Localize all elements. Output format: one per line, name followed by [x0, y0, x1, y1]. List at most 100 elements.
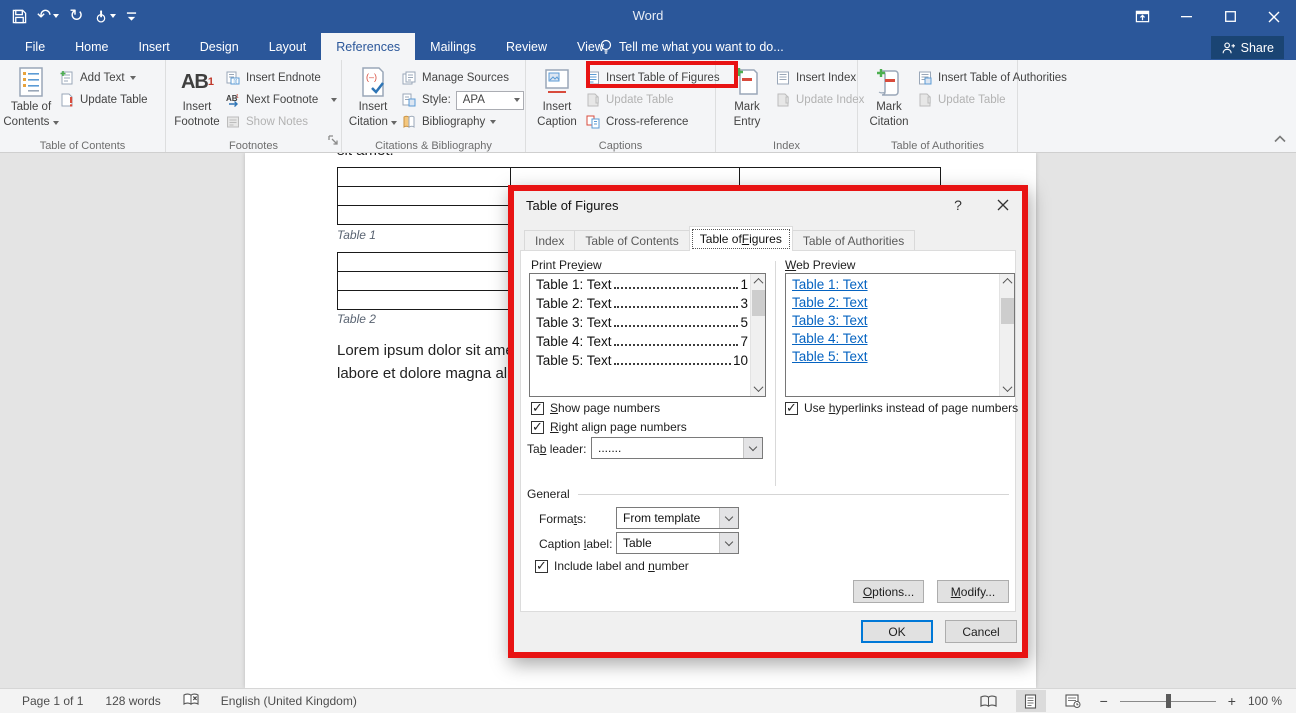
dialog-tab-table-of-contents[interactable]: Table of Contents: [574, 230, 689, 251]
proofing-status-button[interactable]: [183, 693, 199, 710]
style-combobox[interactable]: APA: [456, 91, 524, 110]
dropdown-arrow-icon[interactable]: [743, 438, 762, 458]
dialog-help-button[interactable]: ?: [950, 197, 966, 213]
page-indicator[interactable]: Page 1 of 1: [22, 694, 83, 708]
close-button[interactable]: [1252, 0, 1296, 33]
mark-citation-button[interactable]: Mark Citation: [861, 62, 917, 130]
dropdown-arrow-icon[interactable]: [719, 533, 738, 553]
scroll-up-icon[interactable]: [751, 274, 766, 289]
touch-mouse-mode-button[interactable]: [94, 9, 116, 24]
print-preview-scrollbar[interactable]: [750, 274, 765, 396]
ok-button[interactable]: OK: [861, 620, 933, 643]
print-layout-button[interactable]: [1016, 690, 1046, 712]
column-divider: [775, 261, 776, 486]
include-label-and-number-checkbox[interactable]: ✓ Include label and number: [535, 559, 689, 573]
ribbon-display-options-button[interactable]: [1120, 0, 1164, 33]
dropdown-arrow-icon[interactable]: [719, 508, 738, 528]
dialog-content-panel: Print Preview Table 1: Text1 Table 2: Te…: [520, 250, 1016, 612]
table-1-caption: Table 1: [337, 228, 376, 242]
maximize-button[interactable]: [1208, 0, 1252, 33]
dot-leader: [614, 325, 739, 327]
table-of-contents-button[interactable]: Table of Contents: [3, 62, 59, 130]
tab-references[interactable]: References: [321, 33, 415, 60]
update-table-button[interactable]: Update Table: [59, 89, 148, 111]
scroll-down-icon[interactable]: [751, 381, 766, 396]
insert-citation-button[interactable]: (–) Insert Citation: [345, 62, 401, 130]
dialog-tab-table-of-figures[interactable]: Table of Figures: [689, 226, 793, 251]
update-table-captions-button[interactable]: Update Table: [585, 89, 720, 111]
undo-dropdown-icon[interactable]: [53, 14, 59, 18]
style-value: APA: [463, 94, 514, 106]
ribbon-spacer: [1018, 60, 1296, 152]
undo-button[interactable]: ↶: [37, 4, 59, 28]
dialog-tab-index[interactable]: Index: [524, 230, 575, 251]
scroll-up-icon[interactable]: [1000, 274, 1015, 289]
tab-file[interactable]: File: [10, 33, 60, 60]
show-notes-button[interactable]: Show Notes: [225, 111, 337, 133]
web-preview-scrollbar[interactable]: [999, 274, 1014, 396]
insert-endnote-icon: [i]: [225, 70, 241, 86]
dialog-close-button[interactable]: [994, 196, 1012, 214]
dialog-tab-table-of-authorities[interactable]: Table of Authorities: [792, 230, 915, 251]
caption-label-dropdown[interactable]: Table: [616, 532, 739, 554]
share-button[interactable]: Share: [1211, 36, 1284, 59]
general-label: General: [527, 487, 570, 501]
cross-reference-button[interactable]: Cross-reference: [585, 111, 720, 133]
add-text-button[interactable]: Add Text: [59, 67, 148, 89]
insert-table-of-figures-button[interactable]: Insert Table of Figures: [585, 67, 720, 89]
update-index-button[interactable]: Update Index: [775, 89, 864, 111]
web-layout-button[interactable]: [1058, 690, 1088, 712]
zoom-slider[interactable]: [1120, 694, 1216, 708]
show-page-numbers-checkbox[interactable]: ✓ Show page numbers: [531, 401, 660, 415]
insert-endnote-button[interactable]: [i] Insert Endnote: [225, 67, 337, 89]
insert-caption-button[interactable]: Insert Caption: [529, 62, 585, 130]
tell-me-box[interactable]: Tell me what you want to do...: [600, 33, 784, 60]
scrollbar-thumb[interactable]: [752, 290, 765, 316]
insert-index-button[interactable]: Insert Index: [775, 67, 864, 89]
insert-citation-icon: (–): [358, 66, 388, 98]
bibliography-button[interactable]: Bibliography: [401, 111, 524, 133]
save-button[interactable]: [12, 9, 27, 24]
customize-qat-button[interactable]: [126, 9, 137, 23]
language-indicator[interactable]: English (United Kingdom): [221, 694, 357, 708]
word-count[interactable]: 128 words: [105, 694, 160, 708]
modify-button[interactable]: Modify...: [937, 580, 1009, 603]
zoom-out-button[interactable]: −: [1100, 693, 1108, 709]
mark-entry-button[interactable]: Mark Entry: [719, 62, 775, 130]
web-preview-listbox[interactable]: Table 1: Text Table 2: Text Table 3: Tex…: [785, 273, 1015, 397]
tab-home[interactable]: Home: [60, 33, 123, 60]
scroll-down-icon[interactable]: [1000, 381, 1015, 396]
collapse-ribbon-button[interactable]: [1274, 130, 1286, 148]
clipped-text-fragment: sit amet.: [337, 153, 394, 159]
zoom-percentage[interactable]: 100 %: [1248, 694, 1282, 708]
options-button[interactable]: Options...: [853, 580, 924, 603]
minimize-button[interactable]: [1164, 0, 1208, 33]
manage-sources-button[interactable]: Manage Sources: [401, 67, 524, 89]
web-preview-row: Table 4: Text: [792, 331, 997, 349]
insert-footnote-button[interactable]: AB1 Insert Footnote: [169, 62, 225, 130]
tab-insert[interactable]: Insert: [124, 33, 185, 60]
print-preview-label: Print Preview: [531, 258, 602, 272]
touch-mode-dropdown-icon[interactable]: [110, 14, 116, 18]
use-hyperlinks-checkbox[interactable]: ✓ Use hyperlinks instead of page numbers: [785, 401, 1018, 415]
close-icon: [997, 199, 1009, 211]
group-captions: Insert Caption Insert Table of Figures U…: [526, 60, 716, 152]
insert-table-of-authorities-icon: [917, 70, 933, 86]
tab-design[interactable]: Design: [185, 33, 254, 60]
right-align-page-numbers-checkbox[interactable]: ✓ Right align page numbers: [531, 420, 687, 434]
touch-mode-icon: [94, 9, 108, 24]
tab-layout[interactable]: Layout: [254, 33, 322, 60]
zoom-slider-thumb[interactable]: [1166, 694, 1171, 708]
scrollbar-thumb[interactable]: [1001, 298, 1014, 324]
redo-button[interactable]: ↻: [69, 4, 83, 28]
formats-dropdown[interactable]: From template: [616, 507, 739, 529]
read-mode-button[interactable]: [974, 690, 1004, 712]
cancel-button[interactable]: Cancel: [945, 620, 1017, 643]
print-preview-listbox[interactable]: Table 1: Text1 Table 2: Text3 Table 3: T…: [529, 273, 766, 397]
tab-review[interactable]: Review: [491, 33, 562, 60]
tab-mailings[interactable]: Mailings: [415, 33, 491, 60]
next-footnote-button[interactable]: AB1 Next Footnote: [225, 89, 337, 111]
tab-leader-dropdown[interactable]: .......: [591, 437, 763, 459]
group-label: Footnotes: [166, 140, 341, 152]
zoom-in-button[interactable]: +: [1228, 693, 1236, 709]
